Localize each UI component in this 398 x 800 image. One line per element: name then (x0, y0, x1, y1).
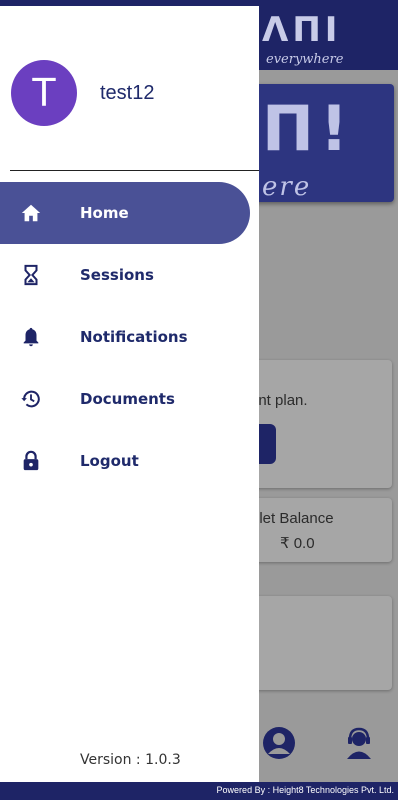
info-card (250, 596, 392, 690)
bell-icon (23, 327, 39, 347)
wallet-value: ₹ 0.0 (280, 535, 315, 552)
menu-label-notifications: Notifications (80, 328, 188, 346)
banner-logo: Π! (262, 92, 355, 165)
menu-item-documents[interactable]: Documents (0, 368, 250, 430)
hourglass-icon (24, 264, 38, 286)
lock-icon (23, 450, 39, 471)
history-icon (21, 390, 40, 408)
menu-label-sessions: Sessions (80, 266, 154, 284)
bottom-nav (250, 712, 398, 780)
wallet-label: llet Balance (256, 510, 334, 527)
avatar[interactable]: T (11, 60, 77, 126)
username: test12 (100, 82, 155, 104)
app-logo: ΛΠI (262, 10, 342, 50)
footer-text: Powered By : Height8 Technologies Pvt. L… (216, 785, 394, 795)
profile-icon[interactable] (262, 726, 296, 760)
app-logo-tagline: everywhere (266, 52, 344, 67)
menu-item-sessions[interactable]: Sessions (0, 244, 250, 306)
home-icon (21, 204, 41, 222)
menu-label-home: Home (80, 204, 129, 222)
navigation-drawer: T test12 Home Sessions Notifications Doc… (0, 6, 259, 782)
version-label: Version : 1.0.3 (80, 752, 181, 768)
plan-card: ent plan. (250, 360, 392, 488)
menu-label-documents: Documents (80, 390, 175, 408)
menu-item-home[interactable]: Home (0, 182, 250, 244)
menu-item-logout[interactable]: Logout (0, 430, 250, 492)
support-icon[interactable] (342, 726, 376, 760)
wallet-card: llet Balance ₹ 0.0 (250, 498, 392, 562)
divider (10, 170, 259, 171)
menu-item-notifications[interactable]: Notifications (0, 306, 250, 368)
banner-tagline: ere (262, 172, 312, 202)
footer: Powered By : Height8 Technologies Pvt. L… (0, 782, 398, 800)
menu-label-logout: Logout (80, 452, 139, 470)
